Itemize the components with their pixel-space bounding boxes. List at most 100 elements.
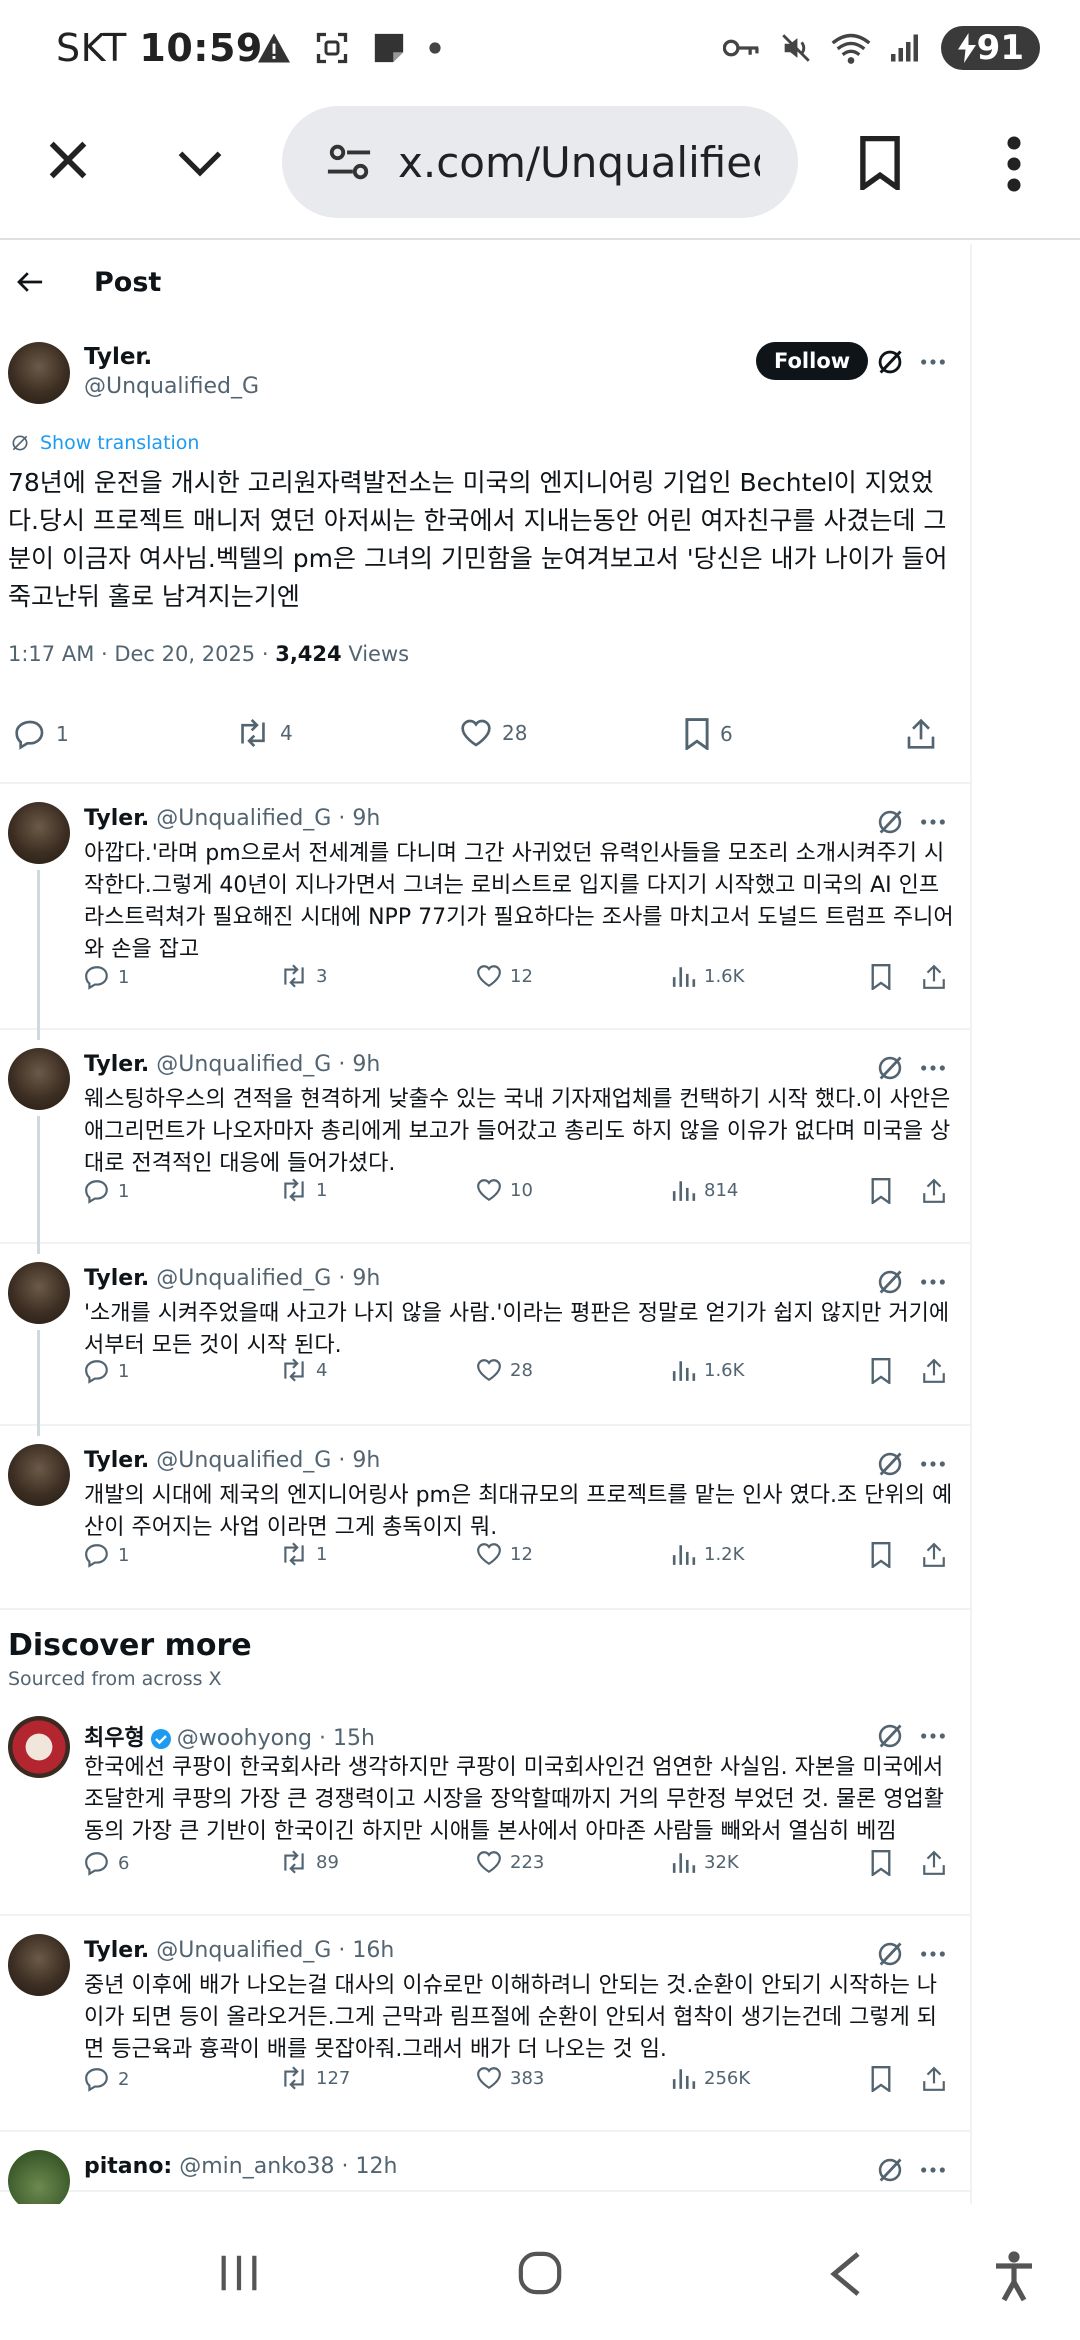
avatar[interactable] xyxy=(8,1716,70,1778)
show-translation-label[interactable]: Show translation xyxy=(40,432,199,454)
grok-icon[interactable] xyxy=(876,348,904,376)
repost-button[interactable]: 127 xyxy=(280,2066,350,2090)
back-icon[interactable] xyxy=(826,2250,866,2298)
author-name[interactable]: Tyler. xyxy=(84,1938,149,1963)
author-handle[interactable]: @Unqualified_G · 9h xyxy=(156,1448,380,1473)
show-translation-link[interactable]: Show translation xyxy=(10,432,199,454)
views-button[interactable]: 1.2K xyxy=(672,1542,744,1566)
share-button[interactable] xyxy=(922,2066,946,2092)
like-button[interactable]: 12 xyxy=(476,964,533,988)
share-button[interactable] xyxy=(922,1178,946,1204)
repost-button[interactable]: 1 xyxy=(280,1178,327,1202)
grok-icon[interactable] xyxy=(876,1450,904,1478)
author-handle[interactable]: @Unqualified_G · 16h xyxy=(156,1938,394,1963)
reply-button[interactable]: 1 xyxy=(84,964,129,990)
author-handle[interactable]: @Unqualified_G xyxy=(84,374,259,399)
grok-icon[interactable] xyxy=(876,1722,904,1750)
post-timestamp[interactable]: 1:17 AM · Dec 20, 2025 · xyxy=(8,642,275,666)
more-options-icon[interactable] xyxy=(918,1450,948,1478)
like-button[interactable]: 12 xyxy=(476,1542,533,1566)
views-button[interactable]: 1.6K xyxy=(672,1358,744,1382)
grok-icon[interactable] xyxy=(876,1268,904,1296)
discover-post[interactable]: Tyler. @Unqualified_G · 16h 중년 이후에 배가 나오는… xyxy=(0,1916,970,2132)
grok-icon[interactable] xyxy=(876,2156,904,2184)
reply-button[interactable]: 1 xyxy=(84,1542,129,1568)
share-button[interactable] xyxy=(922,1850,946,1876)
repost-button[interactable]: 3 xyxy=(280,964,327,988)
author-handle[interactable]: @min_anko38 · 12h xyxy=(179,2154,397,2179)
share-button[interactable] xyxy=(922,1358,946,1384)
more-options-icon[interactable] xyxy=(918,808,948,836)
avatar[interactable] xyxy=(8,802,70,864)
author-handle[interactable]: @woohyong · 15h xyxy=(177,1726,375,1751)
bookmark-button[interactable] xyxy=(870,1358,892,1384)
discover-post[interactable]: 최우형 @woohyong · 15h 한국에선 쿠팡이 한국회사라 생각하지만 쿠… xyxy=(0,1698,970,1916)
author-handle[interactable]: @Unqualified_G · 9h xyxy=(156,1266,380,1291)
close-tab-icon[interactable] xyxy=(40,132,96,188)
share-button[interactable] xyxy=(906,718,936,750)
author-name[interactable]: pitano: xyxy=(84,2154,172,2179)
author-name[interactable]: Tyler. xyxy=(84,1266,149,1291)
views-button[interactable]: 256K xyxy=(672,2066,750,2090)
follow-button[interactable]: Follow xyxy=(756,342,869,380)
share-button[interactable] xyxy=(922,1542,946,1568)
home-icon[interactable] xyxy=(516,2250,564,2296)
views-button[interactable]: 814 xyxy=(672,1178,738,1202)
reply-button[interactable]: 6 xyxy=(84,1850,129,1876)
grok-icon[interactable] xyxy=(876,1940,904,1968)
like-button[interactable]: 28 xyxy=(460,718,527,748)
more-options-icon[interactable] xyxy=(918,348,948,376)
site-settings-icon[interactable] xyxy=(326,142,372,182)
author-name[interactable]: Tyler. xyxy=(84,806,149,831)
reply-button[interactable]: 1 xyxy=(84,1358,129,1384)
repost-button[interactable]: 1 xyxy=(280,1542,327,1566)
avatar[interactable] xyxy=(8,1934,70,1996)
like-button[interactable]: 223 xyxy=(476,1850,544,1874)
author-name[interactable]: Tyler. xyxy=(84,344,152,370)
views-button[interactable]: 32K xyxy=(672,1850,739,1874)
chevron-down-icon[interactable] xyxy=(172,136,228,188)
more-options-icon[interactable] xyxy=(918,1268,948,1296)
grok-icon[interactable] xyxy=(876,1054,904,1082)
author-name[interactable]: 최우형 xyxy=(84,1726,145,1751)
reply-post[interactable]: Tyler. @Unqualified_G · 9h 아깝다.'라며 pm으로서 … xyxy=(0,784,970,1040)
grok-icon[interactable] xyxy=(876,808,904,836)
bookmark-button[interactable] xyxy=(870,1850,892,1876)
bookmark-button[interactable] xyxy=(870,2066,892,2092)
bookmark-button[interactable] xyxy=(870,1542,892,1568)
more-options-icon[interactable] xyxy=(918,1722,948,1750)
url-text[interactable]: x.com/Unqualified_G xyxy=(398,138,760,187)
author-name[interactable]: Tyler. xyxy=(84,1448,149,1473)
bookmark-button[interactable]: 6 xyxy=(684,718,733,750)
bookmark-button[interactable] xyxy=(870,964,892,990)
avatar[interactable] xyxy=(8,1048,70,1110)
author-handle[interactable]: @Unqualified_G · 9h xyxy=(156,806,380,831)
like-button[interactable]: 10 xyxy=(476,1178,533,1202)
share-button[interactable] xyxy=(922,964,946,990)
recent-apps-icon[interactable] xyxy=(216,2250,262,2296)
reply-post[interactable]: Tyler. @Unqualified_G · 9h 개발의 시대에 제국의 엔지… xyxy=(0,1426,970,1610)
author-handle[interactable]: @Unqualified_G · 9h xyxy=(156,1052,380,1077)
like-button[interactable]: 383 xyxy=(476,2066,544,2090)
repost-button[interactable]: 4 xyxy=(236,718,293,748)
reply-post[interactable]: Tyler. @Unqualified_G · 9h 웨스팅하우스의 견적을 현격… xyxy=(0,1030,970,1254)
like-button[interactable]: 28 xyxy=(476,1358,533,1382)
more-options-icon[interactable] xyxy=(918,1940,948,1968)
reply-button[interactable]: 2 xyxy=(84,2066,129,2092)
more-options-icon[interactable] xyxy=(918,1054,948,1082)
bookmark-button[interactable] xyxy=(870,1178,892,1204)
reply-post[interactable]: Tyler. @Unqualified_G · 9h '소개를 시켜주었을때 사고… xyxy=(0,1244,970,1436)
browser-menu-icon[interactable] xyxy=(1004,136,1024,192)
avatar[interactable] xyxy=(8,2150,70,2204)
address-bar[interactable]: x.com/Unqualified_G xyxy=(282,106,798,218)
repost-button[interactable]: 89 xyxy=(280,1850,339,1874)
views-button[interactable]: 1.6K xyxy=(672,964,744,988)
avatar[interactable] xyxy=(8,342,70,404)
accessibility-icon[interactable] xyxy=(992,2250,1036,2302)
reply-button[interactable]: 1 xyxy=(14,718,69,750)
discover-post[interactable]: pitano: @min_anko38 · 12h xyxy=(0,2132,970,2204)
repost-button[interactable]: 4 xyxy=(280,1358,327,1382)
more-options-icon[interactable] xyxy=(918,2156,948,2184)
avatar[interactable] xyxy=(8,1444,70,1506)
bookmark-page-icon[interactable] xyxy=(858,136,902,190)
